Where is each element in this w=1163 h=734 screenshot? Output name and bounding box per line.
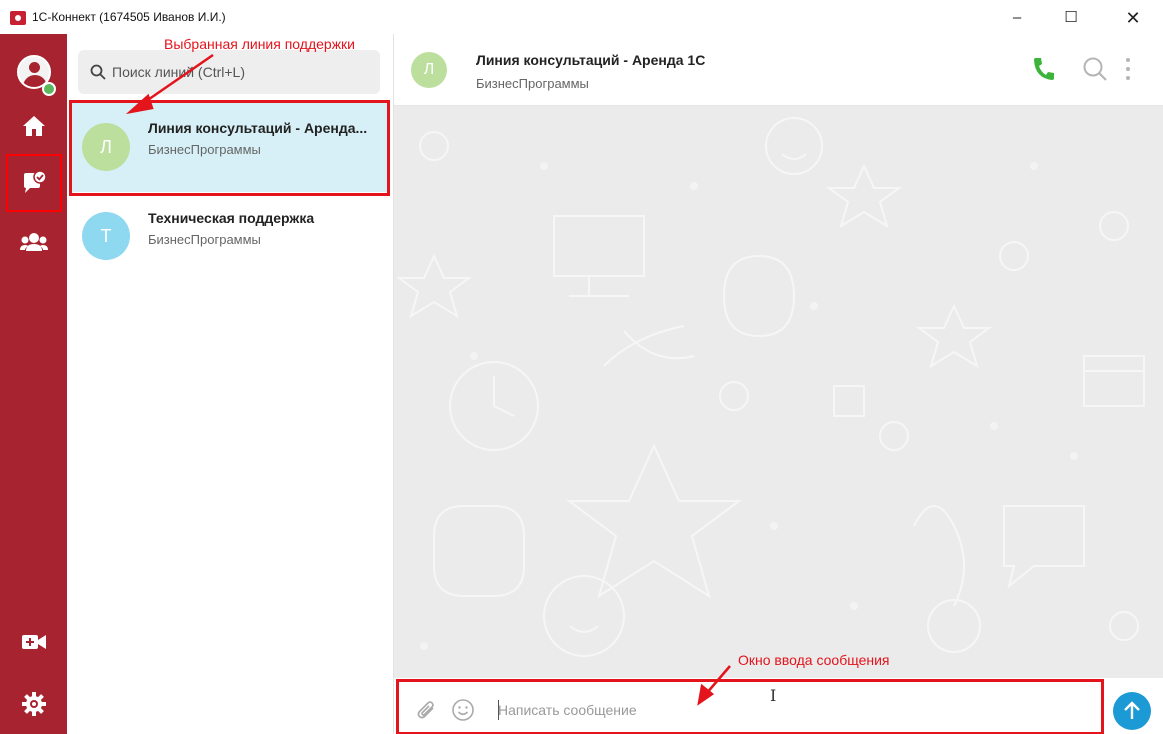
- online-status-icon: [42, 82, 56, 96]
- lines-panel: Поиск линий (Ctrl+L) Л Линия консультаци…: [67, 34, 394, 734]
- paperclip-icon: [417, 701, 434, 719]
- search-icon: [1083, 57, 1107, 81]
- send-button[interactable]: [1113, 692, 1151, 730]
- line-subtitle: БизнесПрограммы: [148, 142, 261, 157]
- smiley-icon: [452, 699, 474, 721]
- close-button[interactable]: ✕: [1110, 4, 1156, 32]
- attach-button[interactable]: [416, 699, 438, 721]
- annotation-input-window: Окно ввода сообщения: [738, 652, 890, 668]
- users-icon: [19, 233, 48, 251]
- app-logo-icon: [10, 11, 26, 25]
- line-avatar: Т: [82, 212, 130, 260]
- chat-check-icon: [24, 171, 47, 193]
- minimize-button[interactable]: –: [994, 4, 1040, 32]
- lines-search[interactable]: Поиск линий (Ctrl+L): [78, 50, 380, 94]
- title-bar: 1С-Коннект (1674505 Иванов И.И.) – ☐ ✕: [0, 0, 1163, 34]
- emoji-button[interactable]: [451, 698, 475, 722]
- chat-header: Л Линия консультаций - Аренда 1С БизнесП…: [394, 34, 1163, 106]
- search-icon: [90, 64, 106, 80]
- chat-area: Л Линия консультаций - Аренда 1С БизнесП…: [394, 34, 1163, 734]
- phone-icon: [1034, 58, 1054, 80]
- rail-groups-button[interactable]: [8, 220, 59, 264]
- call-button[interactable]: [1032, 56, 1060, 84]
- arrow-up-icon: [1124, 701, 1140, 719]
- line-name: Техническая поддержка: [148, 210, 315, 226]
- line-name: Линия консультаций - Аренда...: [148, 120, 368, 136]
- chat-subtitle: БизнесПрограммы: [476, 76, 589, 91]
- message-input[interactable]: [498, 700, 1058, 720]
- maximize-button[interactable]: ☐: [1048, 4, 1094, 32]
- home-icon: [22, 116, 45, 136]
- chat-search-button[interactable]: [1082, 56, 1110, 84]
- gear-icon: [21, 692, 46, 716]
- left-rail: [0, 34, 67, 734]
- message-composer: I: [394, 678, 1163, 734]
- chat-messages-area: [394, 106, 1163, 678]
- more-vertical-icon: [1126, 58, 1130, 80]
- chat-title: Линия консультаций - Аренда 1С: [476, 52, 706, 68]
- annotation-selected-line: Выбранная линия поддержки: [164, 36, 356, 52]
- search-placeholder: Поиск линий (Ctrl+L): [112, 64, 245, 80]
- rail-home-button[interactable]: [8, 104, 59, 148]
- text-select-cursor-icon: I: [770, 686, 777, 705]
- line-item[interactable]: Л Линия консультаций - Аренда... БизнесП…: [71, 100, 390, 192]
- line-avatar: Л: [82, 123, 130, 171]
- chat-avatar: Л: [411, 52, 447, 88]
- chat-background-pattern: [395, 117, 1145, 657]
- rail-support-lines-button[interactable]: [6, 154, 62, 212]
- rail-settings-button[interactable]: [8, 682, 59, 726]
- rail-video-call-button[interactable]: [8, 620, 59, 664]
- app-window: 1С-Коннект (1674505 Иванов И.И.) – ☐ ✕ П…: [0, 0, 1163, 734]
- video-plus-icon: [21, 635, 46, 649]
- more-options-button[interactable]: [1124, 56, 1152, 84]
- profile-avatar[interactable]: [8, 50, 59, 96]
- line-item[interactable]: Т Техническая поддержка БизнесПрограммы: [71, 194, 390, 286]
- window-title: 1С-Коннект (1674505 Иванов И.И.): [32, 10, 226, 24]
- line-subtitle: БизнесПрограммы: [148, 232, 261, 247]
